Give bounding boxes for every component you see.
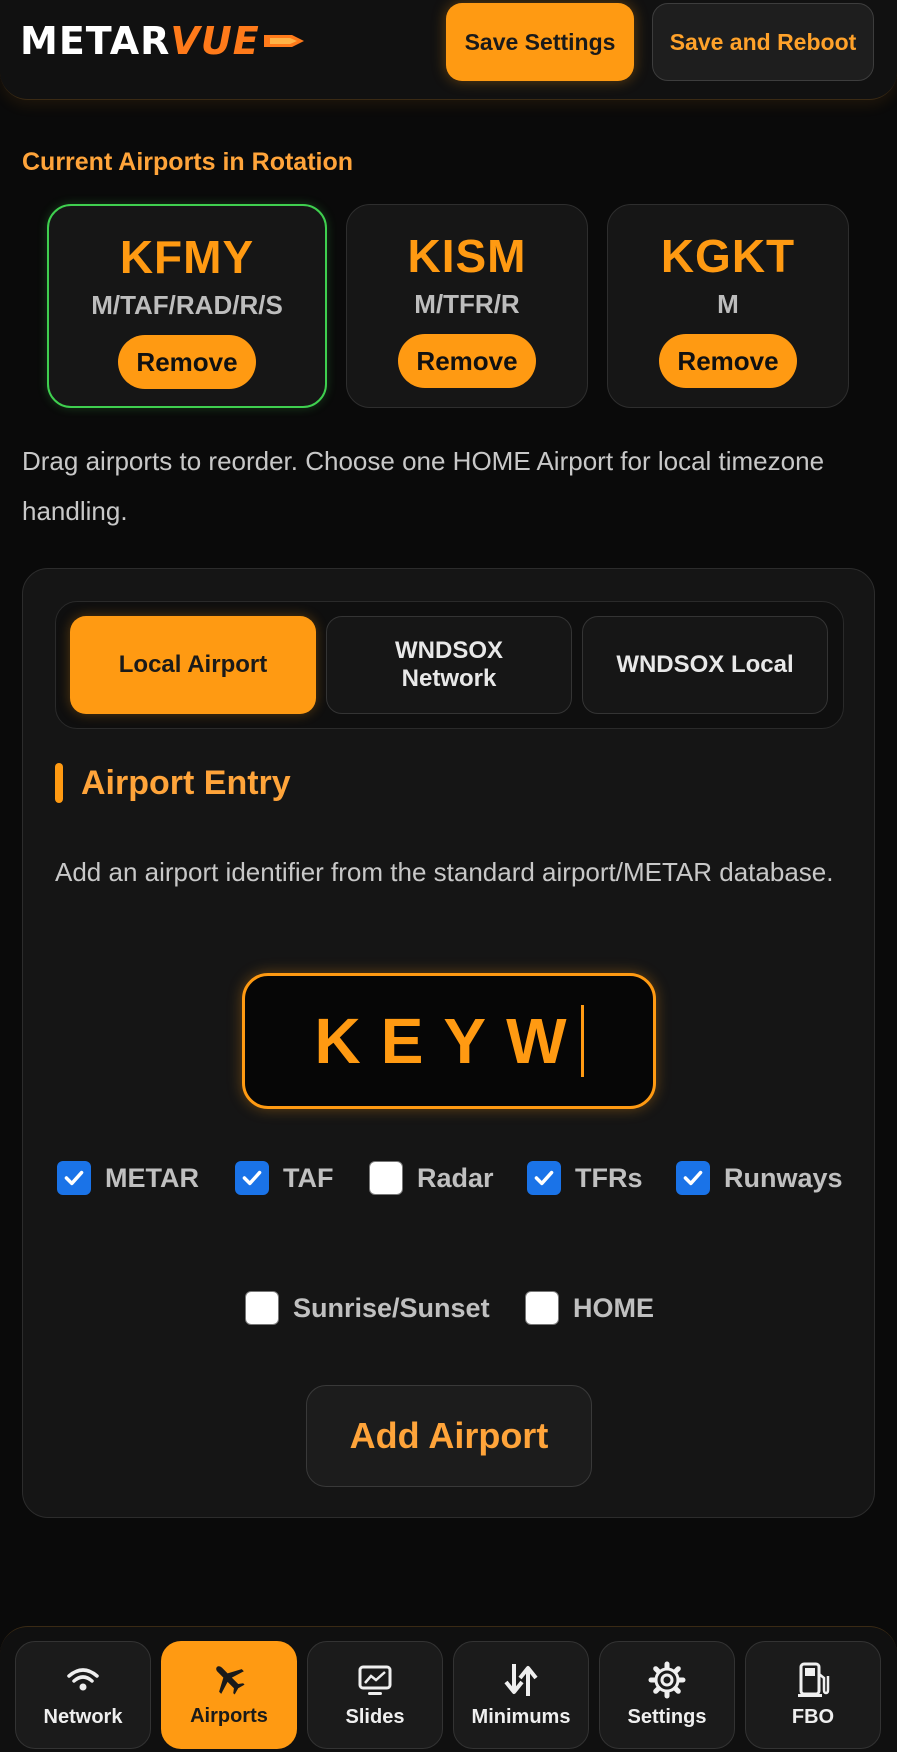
nav-label: Network: [43, 1706, 123, 1728]
airport-code: KFMY: [119, 231, 255, 283]
airplane-icon: [216, 1666, 245, 1695]
nav-minimums[interactable]: Minimums: [453, 1641, 589, 1749]
option-label: METAR: [105, 1162, 199, 1193]
airport-identifier-input[interactable]: KEYW: [242, 973, 656, 1109]
nav-label: Settings: [627, 1706, 707, 1728]
option-runways[interactable]: Runways: [676, 1161, 843, 1195]
airport-entry-panel: Local Airport WNDSOX Network WNDSOX Loca…: [22, 568, 875, 1518]
option-taf[interactable]: TAF: [235, 1161, 333, 1195]
nav-slides[interactable]: Slides: [307, 1641, 443, 1749]
checkbox-unchecked-icon[interactable]: [525, 1291, 559, 1325]
remove-airport-button[interactable]: Remove: [118, 335, 256, 389]
nav-fbo[interactable]: FBO: [745, 1641, 881, 1749]
tab-wndsox-network[interactable]: WNDSOX Network: [326, 616, 572, 714]
option-home[interactable]: HOME: [525, 1291, 654, 1325]
text-caret: [580, 1005, 584, 1077]
airport-card[interactable]: KISM M/TFR/R Remove: [346, 204, 588, 408]
checkbox-checked-icon[interactable]: [57, 1161, 91, 1195]
save-settings-button[interactable]: Save Settings: [446, 3, 634, 81]
wifi-icon: [67, 1668, 99, 1691]
save-and-reboot-button[interactable]: Save and Reboot: [652, 3, 874, 81]
logo-text-accent: VUE: [170, 19, 260, 63]
option-label: TAF: [283, 1162, 334, 1193]
rotation-helper-text: Drag airports to reorder. Choose one HOM…: [22, 446, 825, 526]
option-label: TFRs: [575, 1162, 643, 1193]
nav-label: Minimums: [471, 1706, 571, 1728]
checkbox-checked-icon[interactable]: [676, 1161, 710, 1195]
heading-accent-bar: [55, 763, 63, 803]
option-label: Radar: [417, 1162, 494, 1193]
airport-card[interactable]: KGKT M Remove: [607, 204, 849, 408]
airport-entry-heading: Airport Entry: [55, 763, 291, 803]
checkbox-checked-icon[interactable]: [527, 1161, 561, 1195]
option-label: Sunrise/Sunset: [293, 1292, 490, 1323]
checkbox-checked-icon[interactable]: [235, 1161, 269, 1195]
airport-code: KISM: [407, 230, 527, 282]
airport-layers: M/TAF/RAD/R/S: [91, 290, 283, 320]
nav-airports[interactable]: Airports: [161, 1641, 297, 1749]
fuel-pump-icon: [798, 1662, 830, 1697]
metarvue-logo: METAR VUE: [20, 19, 360, 63]
option-label: Runways: [724, 1162, 843, 1193]
airport-code: KGKT: [660, 230, 796, 282]
checkbox-unchecked-icon[interactable]: [245, 1291, 279, 1325]
option-radar[interactable]: Radar: [369, 1161, 494, 1195]
top-header: METAR VUE Save Settings Save and Reboot: [0, 0, 897, 100]
nav-settings[interactable]: Settings: [599, 1641, 735, 1749]
nav-label: Slides: [345, 1706, 405, 1728]
tab-wndsox-local[interactable]: WNDSOX Local: [582, 616, 828, 714]
arrows-updown-icon: [504, 1664, 538, 1696]
option-tfrs[interactable]: TFRs: [527, 1161, 643, 1195]
nav-network[interactable]: Network: [15, 1641, 151, 1749]
rotation-title: Current Airports in Rotation: [22, 148, 354, 176]
heading-text: Airport Entry: [81, 763, 291, 802]
identifier-value: KEYW: [314, 1005, 587, 1077]
tab-label: WNDSOX Network: [395, 637, 503, 692]
nav-label: FBO: [791, 1706, 835, 1728]
remove-airport-button[interactable]: Remove: [659, 334, 797, 388]
logo-flame-icon: [263, 35, 304, 47]
remove-airport-button[interactable]: Remove: [398, 334, 536, 388]
entry-description: Add an airport identifier from the stand…: [55, 857, 834, 887]
option-label: HOME: [573, 1292, 654, 1323]
tab-local-airport[interactable]: Local Airport: [70, 616, 316, 714]
logo-text-main: METAR: [20, 19, 171, 63]
gear-icon: [648, 1661, 686, 1699]
monitor-icon: [358, 1665, 392, 1695]
nav-label: Airports: [190, 1705, 268, 1727]
add-airport-button[interactable]: Add Airport: [306, 1385, 592, 1487]
bottom-navigation: Network Airports Slides Minimums Setting…: [0, 1626, 897, 1752]
option-metar[interactable]: METAR: [57, 1161, 199, 1195]
source-tabs: Local Airport WNDSOX Network WNDSOX Loca…: [55, 601, 844, 729]
checkbox-unchecked-icon[interactable]: [369, 1161, 403, 1195]
airport-card[interactable]: KFMY M/TAF/RAD/R/S Remove: [47, 204, 327, 408]
option-sunrise-sunset[interactable]: Sunrise/Sunset: [245, 1291, 490, 1325]
airport-layers: M: [717, 289, 739, 319]
airport-layers: M/TFR/R: [414, 289, 520, 319]
